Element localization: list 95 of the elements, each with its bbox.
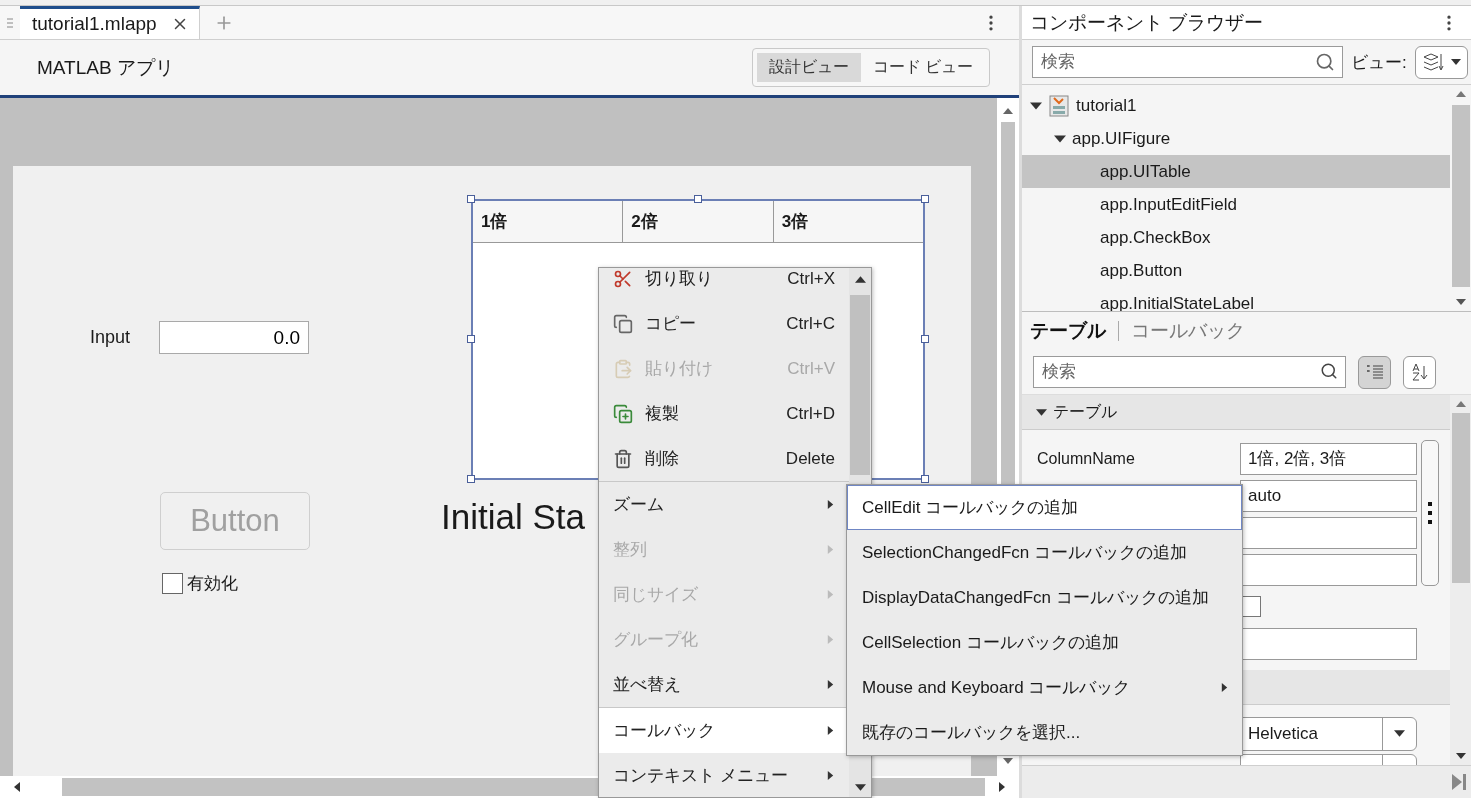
view-dropdown[interactable] <box>1414 45 1468 79</box>
property-dropdown[interactable]: Helvetica <box>1240 716 1417 751</box>
scrollbar-thumb[interactable] <box>850 295 870 475</box>
menu-item[interactable]: Mouse and Keyboard コールバック <box>847 665 1242 710</box>
tree-item[interactable]: app.Button <box>1022 254 1450 287</box>
menu-item[interactable]: CellEdit コールバックの追加 <box>847 485 1242 530</box>
view-label: ビュー: <box>1351 51 1407 74</box>
search-field[interactable]: 検索 <box>1032 46 1343 78</box>
scrollbar-thumb[interactable] <box>1451 413 1470 583</box>
edit-columns-button[interactable] <box>1421 440 1439 586</box>
property-field[interactable]: 1倍, 2倍, 3倍 <box>1240 442 1417 475</box>
property-field[interactable] <box>1240 553 1417 586</box>
submenu-arrow-icon <box>826 500 835 509</box>
menu-item[interactable]: CellSelection コールバックの追加 <box>847 620 1242 665</box>
menu-item[interactable]: コピー Ctrl+C <box>599 301 849 346</box>
collapse-panel-icon[interactable] <box>1451 773 1467 791</box>
selection-handle[interactable] <box>467 195 475 203</box>
tree-item[interactable]: app.InputEditField <box>1022 188 1450 221</box>
menu-item[interactable]: ズーム <box>599 482 849 527</box>
tree-item[interactable]: app.UITable <box>1022 155 1450 188</box>
inspector-tab[interactable]: コールバック <box>1131 318 1245 344</box>
checkbox[interactable] <box>162 573 183 594</box>
grouped-view-button[interactable] <box>1358 355 1391 389</box>
scroll-left-icon <box>12 782 22 792</box>
submenu-arrow-icon <box>826 726 835 735</box>
selection-handle[interactable] <box>921 335 929 343</box>
editor-tab[interactable]: tutorial1.mlapp <box>20 6 200 39</box>
scroll-up-icon <box>1455 399 1466 409</box>
selection-handle[interactable] <box>467 475 475 483</box>
submenu-arrow-icon <box>826 545 835 554</box>
search-icon <box>1320 362 1338 380</box>
inspector-tab[interactable]: テーブル <box>1030 318 1106 344</box>
menu-item[interactable]: 並べ替え <box>599 662 849 707</box>
scroll-up-icon <box>1003 106 1013 116</box>
view-toggle-option[interactable]: 設計ビュー <box>756 53 861 82</box>
submenu-arrow-icon <box>826 680 835 689</box>
status-label: Initial Sta <box>441 497 585 537</box>
section-header[interactable]: テーブル <box>1022 395 1450 430</box>
tree-item[interactable]: app.UIFigure <box>1022 122 1450 155</box>
menu-item[interactable]: 複製 Ctrl+D <box>599 391 849 436</box>
property-field[interactable]: auto <box>1240 479 1417 512</box>
scrollbar-thumb[interactable] <box>1451 105 1470 287</box>
sort-button[interactable] <box>1403 355 1436 389</box>
checkbox-label: 有効化 <box>187 573 238 595</box>
dropdown-caret-icon <box>1451 57 1461 67</box>
submenu-arrow-icon <box>826 590 835 599</box>
menu-item[interactable]: SelectionChangedFcn コールバックの追加 <box>847 530 1242 575</box>
paste-icon <box>613 358 633 379</box>
scroll-right-icon <box>997 782 1007 792</box>
duplicate-icon <box>613 403 633 424</box>
selection-handle[interactable] <box>694 195 702 203</box>
section-title: テーブル <box>1053 401 1117 422</box>
menu-item[interactable]: コールバック <box>599 708 849 753</box>
menu-item[interactable]: 既存のコールバックを選択... <box>847 710 1242 755</box>
selection-handle[interactable] <box>467 335 475 343</box>
field-label: Input <box>90 327 131 348</box>
drag-handle-icon <box>7 16 13 29</box>
scissors-icon <box>613 268 633 289</box>
selection-handle[interactable] <box>921 475 929 483</box>
expand-caret-icon <box>1030 99 1042 112</box>
layers-icon <box>1421 51 1444 73</box>
search-icon <box>1315 52 1335 72</box>
app-file-icon <box>1048 93 1070 118</box>
property-field[interactable] <box>1240 627 1417 660</box>
scroll-down-icon <box>1455 297 1466 307</box>
panel-title: コンポーネント ブラウザー <box>1030 10 1264 35</box>
copy-icon <box>613 313 633 334</box>
expand-caret-icon <box>1054 132 1066 145</box>
search-field[interactable]: 検索 <box>1033 356 1346 388</box>
expand-caret-icon <box>1036 406 1047 418</box>
scroll-up-icon <box>854 274 866 285</box>
app-title: MATLAB アプリ <box>37 55 174 80</box>
vertical-dots-icon <box>1428 502 1432 524</box>
property-label: ColumnName <box>1036 449 1136 468</box>
tree-item[interactable]: app.CheckBox <box>1022 221 1450 254</box>
column-header: 3倍 <box>780 211 810 233</box>
property-field[interactable] <box>1240 516 1417 549</box>
selection-handle[interactable] <box>921 195 929 203</box>
sort-icon <box>1409 362 1430 382</box>
scroll-up-icon <box>1455 89 1466 99</box>
scroll-down-icon <box>1455 751 1466 761</box>
scroll-down-icon <box>854 782 866 793</box>
input-field[interactable]: 0.0 <box>159 321 309 354</box>
view-toggle-option[interactable]: コード ビュー <box>860 53 985 82</box>
menu-item[interactable]: DisplayDataChangedFcn コールバックの追加 <box>847 575 1242 620</box>
dropdown-caret-icon <box>1394 728 1405 739</box>
submenu-arrow-icon <box>826 635 835 644</box>
submenu-arrow-icon <box>1220 683 1229 692</box>
list-icon <box>1364 362 1385 382</box>
tree-item[interactable]: tutorial1 <box>1022 89 1450 122</box>
menu-item[interactable]: 切り取り Ctrl+X <box>599 268 849 301</box>
trash-icon <box>613 448 633 469</box>
submenu-arrow-icon <box>826 771 835 780</box>
menu-item[interactable]: 削除 Delete <box>599 436 849 481</box>
menu-item[interactable]: コンテキスト メニュー <box>599 753 849 797</box>
